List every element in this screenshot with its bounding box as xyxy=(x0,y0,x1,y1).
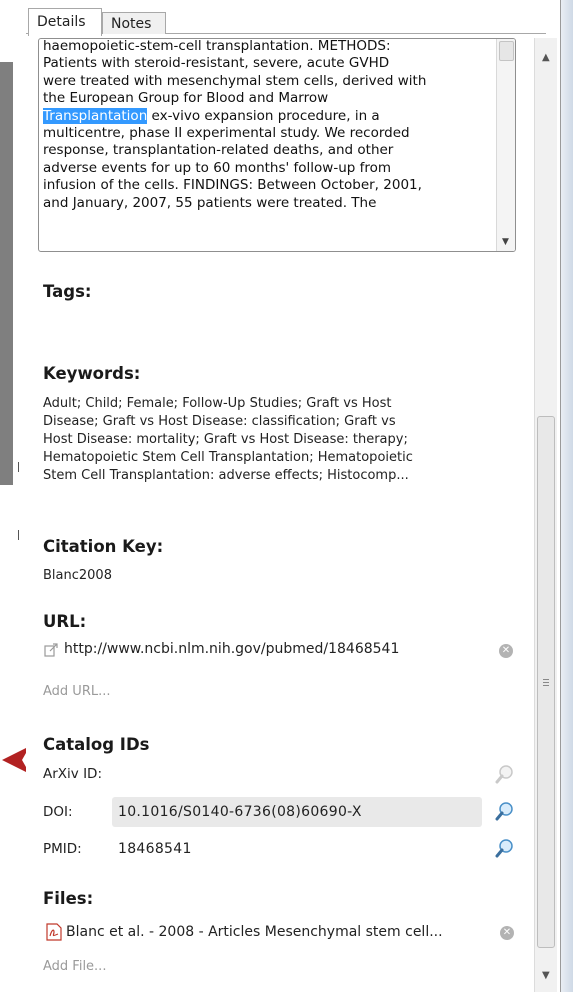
left-divider-mark xyxy=(18,530,19,540)
abstract-textbox[interactable]: haemopoietic-stem-cell transplantation. … xyxy=(38,38,516,252)
panel-scrollbar[interactable]: ▲ ▼ xyxy=(534,38,557,992)
right-window-edge xyxy=(561,0,573,992)
scroll-down-arrow-icon[interactable]: ▼ xyxy=(502,237,509,247)
scroll-up-arrow-icon[interactable]: ▲ xyxy=(542,52,550,63)
clear-url-icon[interactable]: ✕ xyxy=(499,644,513,658)
citation-key-heading: Citation Key: xyxy=(43,537,164,556)
url-link[interactable]: http://www.ncbi.nlm.nih.gov/pubmed/18468… xyxy=(64,641,399,657)
abstract-line-rest: ex-vivo expansion procedure, in a xyxy=(147,107,380,124)
remove-file-icon[interactable]: ✕ xyxy=(500,926,514,940)
selected-text: Transplantation xyxy=(43,107,148,124)
keywords-line: Stem Cell Transplantation: adverse effec… xyxy=(43,468,409,483)
abstract-line: Transplantation ex-vivo expansion proced… xyxy=(43,107,495,125)
add-file-button[interactable]: Add File... xyxy=(43,958,106,976)
catalog-ids-heading: Catalog IDs xyxy=(43,735,150,754)
arxiv-id-label: ArXiv ID: xyxy=(43,766,102,782)
tab-notes[interactable]: Notes xyxy=(102,12,166,34)
pmid-lookup-magnifier-icon[interactable] xyxy=(495,838,515,858)
abstract-line: haemopoietic-stem-cell transplantation. … xyxy=(43,38,391,54)
abstract-text[interactable]: haemopoietic-stem-cell transplantation. … xyxy=(43,38,495,212)
external-link-icon[interactable] xyxy=(44,643,58,657)
citation-key-value[interactable]: Blanc2008 xyxy=(43,567,112,585)
abstract-line: multicentre, phase II experimental study… xyxy=(43,125,410,142)
abstract-line: Patients with steroid-resistant, severe,… xyxy=(43,55,390,72)
left-divider-mark xyxy=(18,462,19,472)
keywords-line: Hematopoietic Stem Cell Transplantation;… xyxy=(43,450,413,465)
doi-value[interactable]: 10.1016/S0140-6736(08)60690-X xyxy=(118,804,362,820)
scroll-grip-icon xyxy=(543,685,549,686)
scroll-grip-icon xyxy=(543,679,549,680)
keywords-heading: Keywords: xyxy=(43,364,141,383)
tags-heading: Tags: xyxy=(43,282,92,301)
abstract-line: and January, 2007, 55 patients were trea… xyxy=(43,194,377,211)
files-heading: Files: xyxy=(43,889,94,908)
abstract-line: infusion of the cells. FINDINGS: Between… xyxy=(43,177,422,194)
keywords-list[interactable]: Adult; Child; Female; Follow-Up Studies;… xyxy=(43,395,503,485)
tab-details[interactable]: Details xyxy=(28,8,102,36)
arxiv-lookup-magnifier-icon[interactable] xyxy=(495,764,515,784)
scroll-grip-icon xyxy=(543,682,549,683)
add-url-button[interactable]: Add URL... xyxy=(43,683,111,701)
abstract-line: were treated with mesenchymal stem cells… xyxy=(43,72,427,89)
doi-lookup-magnifier-icon[interactable] xyxy=(495,801,515,821)
abstract-scrollbar[interactable]: ▼ xyxy=(496,39,515,251)
panel-scroll-thumb[interactable] xyxy=(537,416,555,948)
pmid-label: PMID: xyxy=(43,841,82,857)
abstract-line: adverse events for up to 60 months' foll… xyxy=(43,159,392,176)
pmid-value[interactable]: 18468541 xyxy=(118,841,192,857)
tab-bar: Details Notes xyxy=(26,8,546,36)
keywords-line: Adult; Child; Female; Follow-Up Studies;… xyxy=(43,396,392,411)
keywords-line: Disease; Graft vs Host Disease: classifi… xyxy=(43,414,396,429)
url-heading: URL: xyxy=(43,612,87,631)
abstract-line: response, transplantation-related deaths… xyxy=(43,142,394,159)
abstract-scroll-thumb[interactable] xyxy=(499,41,514,61)
left-pane-edge xyxy=(0,62,13,485)
attached-file[interactable]: Blanc et al. - 2008 - Articles Mesenchym… xyxy=(66,924,443,940)
abstract-line: the European Group for Blood and Marrow xyxy=(43,90,329,107)
pdf-icon xyxy=(46,923,62,941)
keywords-line: Host Disease: mortality; Graft vs Host D… xyxy=(43,432,408,447)
doi-label: DOI: xyxy=(43,804,73,820)
scroll-down-arrow-icon[interactable]: ▼ xyxy=(542,970,550,981)
